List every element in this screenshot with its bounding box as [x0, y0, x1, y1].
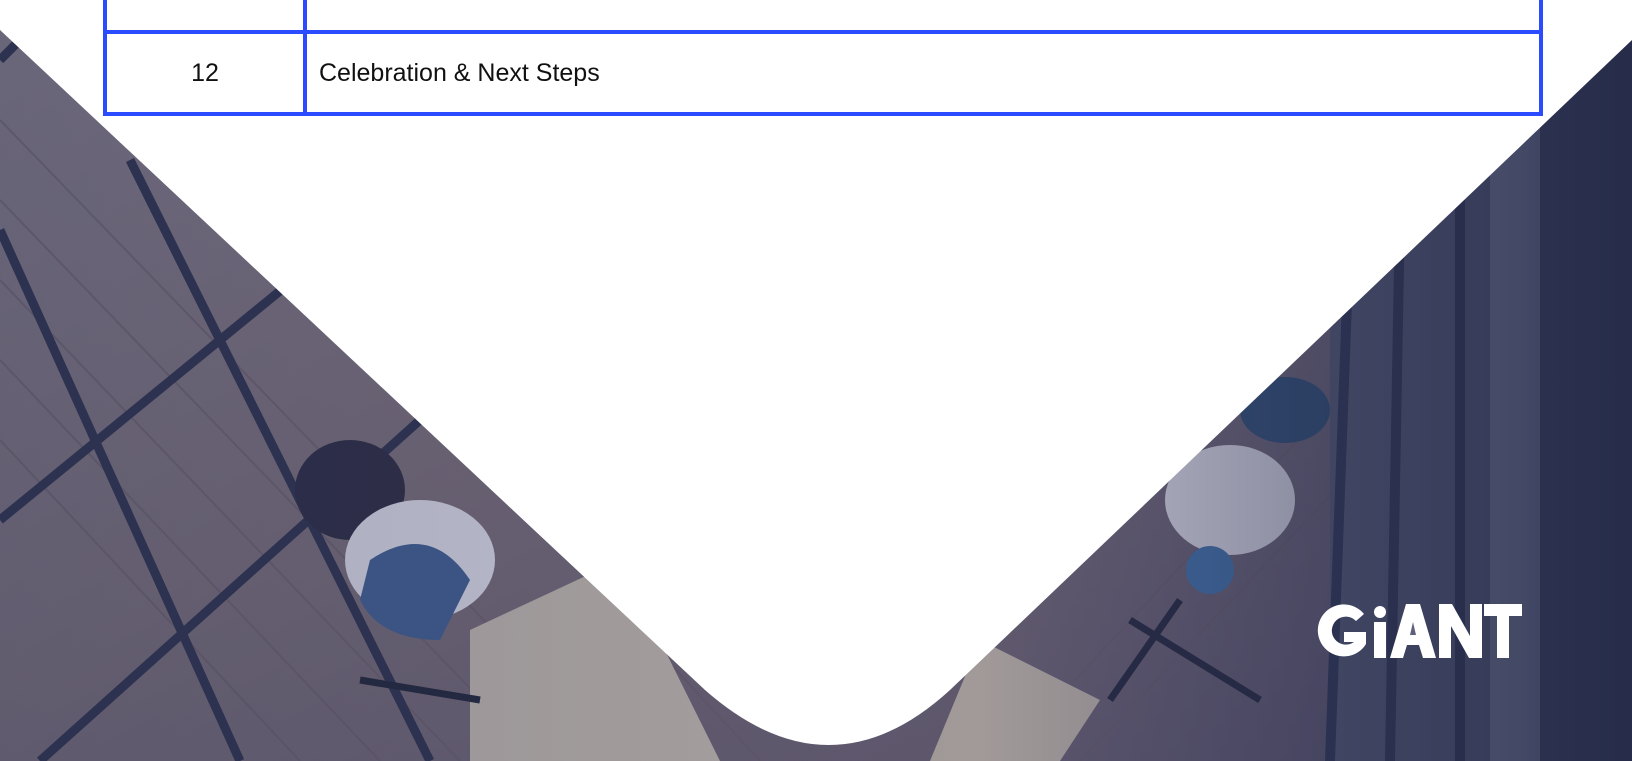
- agenda-topic-cell: [303, 0, 1543, 34]
- agenda-number-cell: 12: [103, 30, 307, 116]
- giant-logo: [1312, 600, 1522, 662]
- table-row: 12 Celebration & Next Steps: [103, 30, 1543, 116]
- agenda-number-cell: [103, 0, 307, 34]
- agenda-table: 12 Celebration & Next Steps: [103, 0, 1543, 116]
- agenda-topic-cell: Celebration & Next Steps: [303, 30, 1543, 116]
- table-row: [103, 0, 1543, 34]
